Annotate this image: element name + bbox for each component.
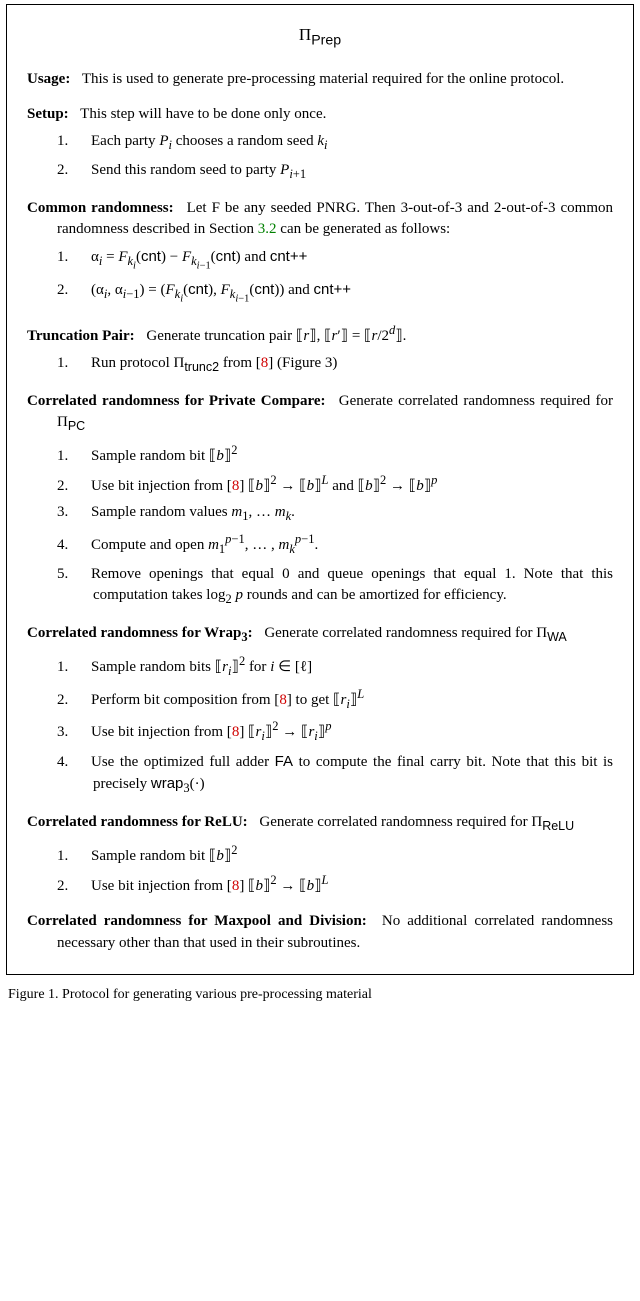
pc-item5-text: Remove openings that equal 0 and queue o… [91, 566, 613, 603]
protocol-box: ΠPrep Usage: This is used to generate pr… [6, 4, 634, 975]
common-section: Common randomness: Let F be any seeded P… [27, 198, 613, 308]
common-heading: Common randomness: [27, 200, 174, 216]
usage-section: Usage: This is used to generate pre-proc… [27, 69, 613, 90]
maxpool-section: Correlated randomness for Maxpool and Di… [27, 911, 613, 954]
pc-list: 1.Sample random bit ⟦b⟧2 2.Use bit injec… [75, 442, 613, 609]
list-item: 1.Sample random bit ⟦b⟧2 [75, 442, 613, 467]
trunc-heading: Truncation Pair: [27, 328, 135, 344]
list-item: 2.Send this random seed to party Pi+1 [75, 160, 613, 184]
relu-section: Correlated randomness for ReLU: Generate… [27, 812, 613, 897]
list-item: 4.Compute and open m1p−1, … , mkp−1. [75, 531, 613, 559]
relu-list: 1.Sample random bit ⟦b⟧2 2.Use bit injec… [75, 842, 613, 898]
list-item: 1.Sample random bit ⟦b⟧2 [75, 842, 613, 867]
protocol-title: ΠPrep [27, 23, 613, 51]
setup-section: Setup: This step will have to be done on… [27, 104, 613, 184]
list-item: 2.(αi, αi−1) = (Fki(cnt), Fki−1(cnt)) an… [75, 279, 613, 307]
setup-text: This step will have to be done only once… [80, 106, 326, 122]
list-item: 2.Use bit injection from [8] ⟦b⟧2 → ⟦b⟧L… [75, 472, 613, 497]
relu-text: Generate correlated randomness required … [259, 814, 574, 830]
list-item: 4.Use the optimized full adder FA to com… [75, 751, 613, 798]
list-item: 2.Perform bit composition from [8] to ge… [75, 686, 613, 714]
list-item: 1.Run protocol Πtrunc2 from [8] (Figure … [75, 353, 613, 377]
citation-ref: 8 [232, 724, 240, 740]
list-item: 2.Use bit injection from [8] ⟦b⟧2 → ⟦b⟧L [75, 872, 613, 897]
list-item: 1.Sample random bits ⟦ri⟧2 for i ∈ [ℓ] [75, 653, 613, 681]
pc-section: Correlated randomness for Private Compar… [27, 391, 613, 609]
pc-heading: Correlated randomness for Private Compar… [27, 393, 325, 409]
wrap-section: Correlated randomness for Wrap3: Generat… [27, 623, 613, 798]
list-item: 3.Use bit injection from [8] ⟦ri⟧2 → ⟦ri… [75, 718, 613, 746]
trunc-section: Truncation Pair: Generate truncation pai… [27, 322, 613, 377]
list-item: 5.Remove openings that equal 0 and queue… [75, 564, 613, 609]
citation-ref: 8 [232, 478, 240, 494]
setup-heading: Setup: [27, 106, 69, 122]
list-item: 1.Each party Pi chooses a random seed ki [75, 131, 613, 155]
usage-heading: Usage: [27, 71, 70, 87]
usage-text: This is used to generate pre-processing … [82, 71, 564, 87]
common-list: 1.αi = Fki(cnt) − Fki−1(cnt) and cnt++ 2… [75, 246, 613, 308]
maxpool-heading: Correlated randomness for Maxpool and Di… [27, 913, 367, 929]
section-ref: 3.2 [258, 221, 277, 237]
wrap-list: 1.Sample random bits ⟦ri⟧2 for i ∈ [ℓ] 2… [75, 653, 613, 798]
relu-heading: Correlated randomness for ReLU: [27, 814, 248, 830]
wrap-heading: Correlated randomness for Wrap3: [27, 625, 253, 641]
setup-list: 1.Each party Pi chooses a random seed ki… [75, 131, 613, 184]
citation-ref: 8 [279, 692, 287, 708]
list-item: 1.αi = Fki(cnt) − Fki−1(cnt) and cnt++ [75, 246, 613, 274]
trunc-list: 1.Run protocol Πtrunc2 from [8] (Figure … [75, 353, 613, 377]
wrap-text: Generate correlated randomness required … [264, 625, 566, 641]
list-item: 3.Sample random values m1, … mk. [75, 502, 613, 526]
title-sub: Prep [311, 32, 341, 48]
title-prefix: Π [299, 25, 311, 44]
figure-caption: Figure 1. Protocol for generating variou… [6, 981, 634, 1005]
trunc-text: Generate truncation pair ⟦r⟧, ⟦r′⟧ = ⟦r/… [146, 328, 406, 344]
citation-ref: 8 [232, 878, 240, 894]
